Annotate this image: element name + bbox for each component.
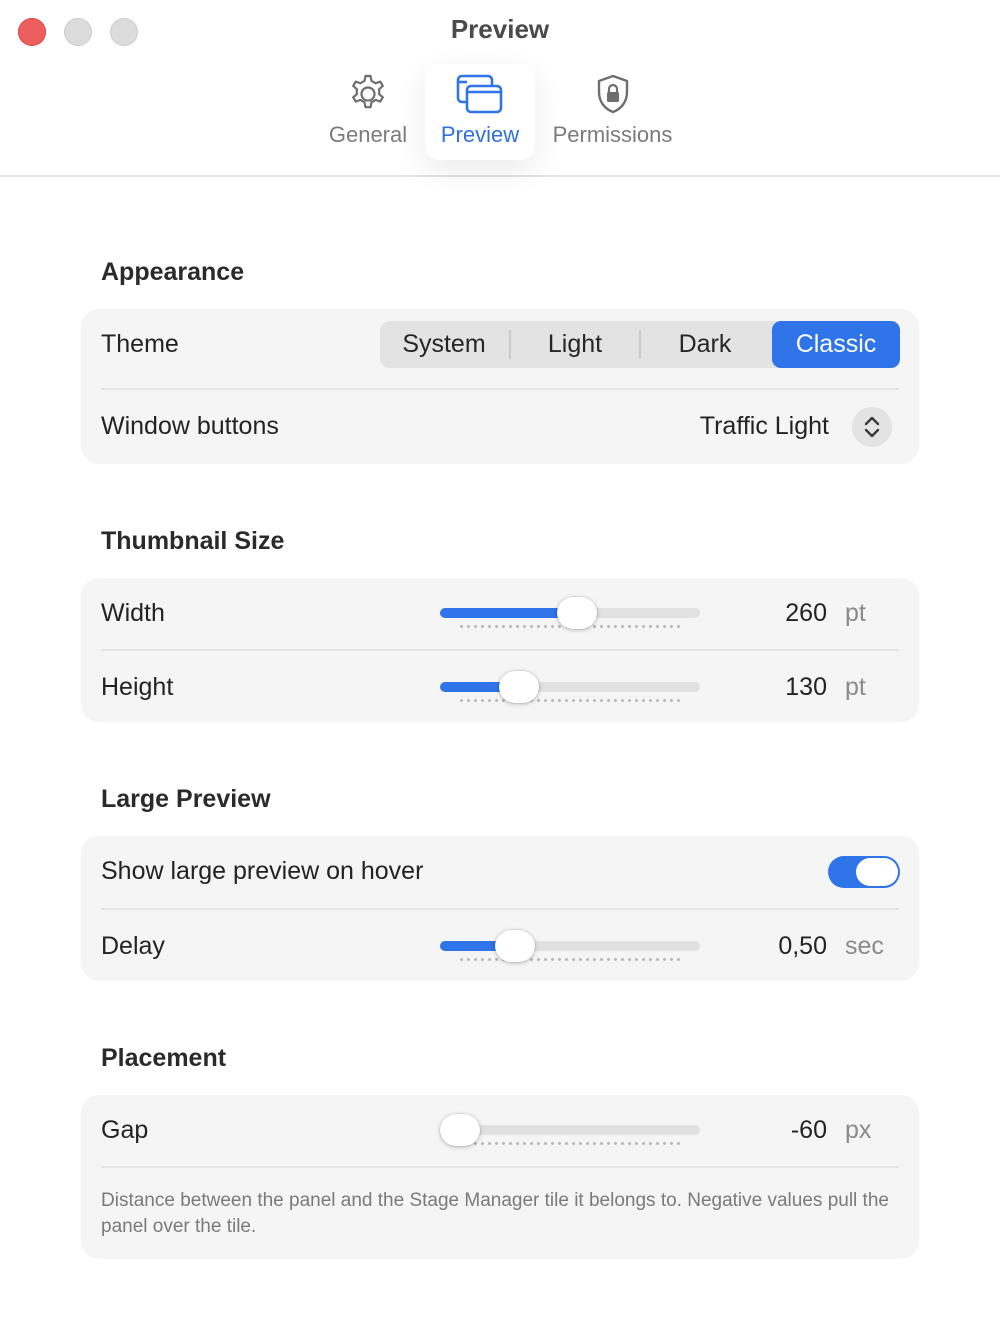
theme-option-system[interactable]: System — [380, 321, 508, 368]
section-title-thumbnail-size: Thumbnail Size — [101, 527, 285, 555]
window-buttons-popup[interactable]: Traffic Light — [700, 412, 829, 441]
theme-option-dark[interactable]: Dark — [641, 321, 769, 368]
delay-value: 0,50 — [778, 932, 827, 960]
divider — [101, 1166, 899, 1168]
tab-preview-label: Preview — [440, 122, 520, 147]
windows-icon — [454, 72, 506, 121]
slider-tick-marks — [458, 1142, 682, 1145]
window-title: Preview — [450, 14, 550, 44]
tab-general-label: General — [328, 122, 408, 147]
height-value: 130 — [785, 673, 827, 701]
theme-label: Theme — [101, 330, 179, 358]
width-unit: pt — [845, 599, 866, 627]
gap-label: Gap — [101, 1116, 149, 1144]
section-title-appearance: Appearance — [101, 258, 245, 286]
divider — [101, 908, 899, 910]
width-slider[interactable] — [440, 597, 700, 629]
tab-preview[interactable]: Preview — [425, 64, 535, 160]
delay-slider[interactable] — [440, 930, 700, 962]
shield-lock-icon — [593, 72, 633, 121]
slider-thumb[interactable] — [495, 930, 535, 962]
slider-thumb[interactable] — [440, 1114, 480, 1146]
tab-general[interactable]: General — [318, 64, 418, 160]
toggle-knob — [856, 858, 898, 886]
delay-label: Delay — [101, 932, 165, 960]
theme-segmented-control: System Light Dark Classic — [380, 321, 900, 368]
width-value: 260 — [785, 599, 827, 627]
show-large-preview-label: Show large preview on hover — [101, 857, 424, 885]
theme-option-classic[interactable]: Classic — [772, 321, 900, 368]
section-title-large-preview: Large Preview — [101, 785, 271, 813]
tab-permissions[interactable]: Permissions — [545, 64, 680, 160]
appearance-card: Theme System Light Dark Classic Window b… — [81, 309, 919, 464]
thumbnail-size-card: Width 260 pt Height 130 pt — [81, 578, 919, 722]
gap-description: Distance between the panel and the Stage… — [101, 1190, 889, 1237]
height-unit: pt — [845, 673, 866, 701]
slider-thumb[interactable] — [556, 597, 597, 629]
chevron-up-down-icon — [864, 416, 880, 438]
gap-slider[interactable] — [440, 1114, 700, 1146]
slider-tick-marks — [458, 958, 682, 961]
popup-stepper-button[interactable] — [852, 407, 892, 447]
height-slider[interactable] — [440, 671, 700, 703]
section-title-placement: Placement — [101, 1044, 227, 1072]
window-buttons-label: Window buttons — [101, 412, 279, 440]
title-bar: Preview General Preview Permissions — [0, 0, 1000, 177]
divider — [101, 388, 899, 390]
gap-value: -60 — [790, 1116, 827, 1144]
divider — [101, 649, 899, 651]
slider-tick-marks — [458, 699, 682, 702]
placement-card: Gap -60 px Distance between the panel an… — [81, 1095, 919, 1259]
tab-permissions-label: Permissions — [552, 122, 673, 147]
show-large-preview-toggle[interactable] — [828, 856, 900, 888]
slider-thumb[interactable] — [499, 671, 540, 703]
gap-unit: px — [845, 1116, 872, 1144]
gear-icon — [346, 72, 390, 121]
large-preview-card: Show large preview on hover Delay 0,50 s… — [81, 836, 919, 981]
width-label: Width — [101, 599, 165, 627]
theme-option-light[interactable]: Light — [511, 321, 639, 368]
height-label: Height — [101, 673, 174, 701]
delay-unit: sec — [845, 932, 884, 960]
